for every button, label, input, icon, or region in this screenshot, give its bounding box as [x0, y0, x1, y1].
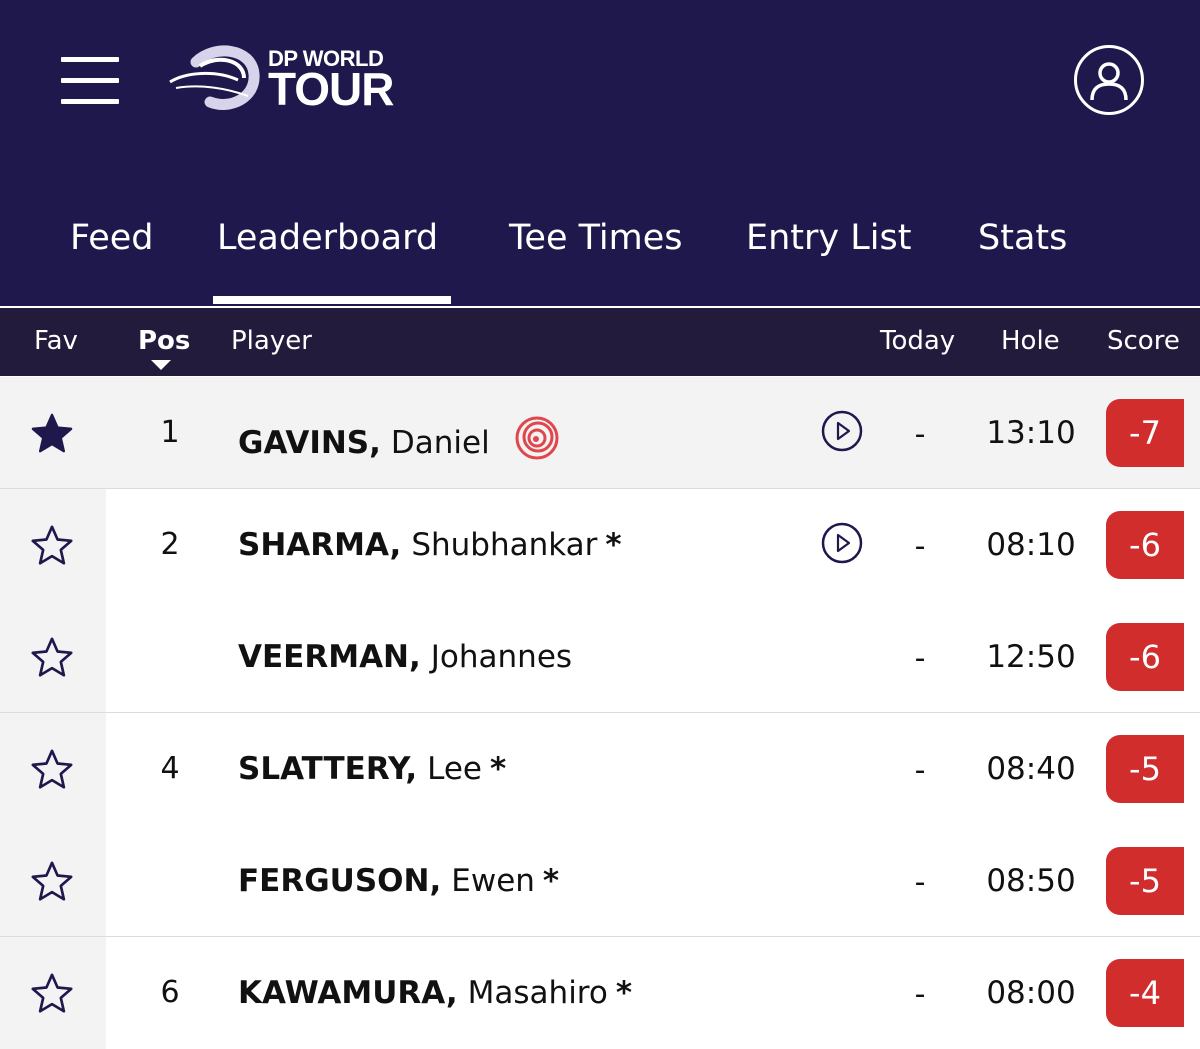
player-last-name: KAWAMURA, [238, 975, 458, 1011]
player-last-name: GAVINS, [238, 425, 381, 461]
total-score-badge: -7 [1106, 399, 1184, 467]
player-mark: * [615, 975, 633, 1011]
leaderboard-row[interactable]: 6 KAWAMURA, Masahiro * - 08:00 -4 [0, 937, 1200, 1049]
leaderboard-row[interactable]: 1 GAVINS, Daniel - 13:10 -7 [0, 377, 1200, 489]
leaderboard-row[interactable]: 2 SHARMA, Shubhankar * - 08:10 -6 [0, 489, 1200, 601]
total-score-badge: -6 [1106, 623, 1184, 691]
player-name[interactable]: FERGUSON, Ewen * [238, 863, 559, 899]
leaderboard-row[interactable]: 4 SLATTERY, Lee * - 08:40 -5 [0, 713, 1200, 825]
player-first-name: Ewen [451, 863, 535, 899]
player-first-name: Shubhankar [411, 527, 598, 563]
total-score-badge: -4 [1106, 959, 1184, 1027]
today-score: - [914, 977, 926, 1012]
tab-tee-times[interactable]: Tee Times [509, 218, 683, 258]
player-last-name: SHARMA, [238, 527, 402, 563]
hole-time: 08:00 [986, 975, 1076, 1011]
player-first-name: Johannes [430, 639, 573, 675]
tab-stats[interactable]: Stats [978, 218, 1067, 258]
column-header-today[interactable]: Today [880, 326, 955, 356]
today-score: - [914, 417, 926, 452]
play-video-icon[interactable] [821, 410, 863, 452]
today-score: - [914, 641, 926, 676]
total-score-badge: -6 [1106, 511, 1184, 579]
user-profile-icon[interactable] [1074, 45, 1144, 115]
position: 4 [160, 751, 180, 786]
sort-descending-icon [151, 360, 171, 370]
leaderboard-row[interactable]: FERGUSON, Ewen * - 08:50 -5 [0, 825, 1200, 937]
leaderboard-row[interactable]: VEERMAN, Johannes - 12:50 -6 [0, 601, 1200, 713]
position: 2 [160, 527, 180, 562]
active-tab-indicator [213, 296, 451, 304]
player-last-name: SLATTERY, [238, 751, 418, 787]
player-last-name: FERGUSON, [238, 863, 442, 899]
today-score: - [914, 529, 926, 564]
tab-leaderboard[interactable]: Leaderboard [217, 218, 438, 258]
favourite-star-outline-icon[interactable] [29, 971, 75, 1017]
total-score-badge: -5 [1106, 735, 1184, 803]
hole-time: 08:40 [986, 751, 1076, 787]
player-name[interactable]: KAWAMURA, Masahiro * [238, 975, 632, 1011]
column-header-player[interactable]: Player [231, 326, 312, 356]
player-name[interactable]: VEERMAN, Johannes [238, 639, 572, 675]
player-mark: * [490, 751, 507, 787]
player-last-name: VEERMAN, [238, 639, 421, 675]
total-score-badge: -5 [1106, 847, 1184, 915]
logo-text-large: TOUR [268, 63, 394, 115]
spiral-badge-icon [515, 416, 559, 460]
tab-bar: Feed Leaderboard Tee Times Entry List St… [0, 210, 1200, 306]
player-name[interactable]: SLATTERY, Lee * [238, 751, 506, 787]
player-name[interactable]: SHARMA, Shubhankar * [238, 527, 622, 563]
column-header-fav[interactable]: Fav [34, 326, 78, 356]
position: 6 [160, 975, 180, 1010]
leaderboard-column-header: Fav Pos Player Today Hole Score [0, 308, 1200, 376]
today-score: - [914, 753, 926, 788]
column-header-pos[interactable]: Pos [138, 326, 190, 356]
column-header-score[interactable]: Score [1107, 326, 1180, 356]
hole-time: 08:10 [986, 527, 1076, 563]
favourite-star-outline-icon[interactable] [29, 523, 75, 569]
favourite-star-filled-icon[interactable] [29, 411, 75, 457]
favourite-star-outline-icon[interactable] [29, 747, 75, 793]
favourite-star-outline-icon[interactable] [29, 635, 75, 681]
player-mark: * [605, 527, 622, 563]
hole-time: 13:10 [986, 415, 1076, 451]
player-first-name: Lee [427, 751, 482, 787]
player-mark: * [542, 863, 560, 899]
today-score: - [914, 865, 926, 900]
hole-time: 12:50 [986, 639, 1076, 675]
player-name[interactable]: GAVINS, Daniel [238, 415, 560, 461]
play-video-icon[interactable] [821, 522, 863, 564]
top-navigation-bar: DP WORLD TOUR Feed Leaderboard Tee Times… [0, 0, 1200, 306]
favourite-star-outline-icon[interactable] [29, 859, 75, 905]
swoosh-logo-icon [169, 45, 260, 110]
tab-entry-list[interactable]: Entry List [746, 218, 911, 258]
player-first-name: Daniel [390, 425, 490, 461]
hamburger-menu-icon[interactable] [61, 57, 119, 105]
dp-world-tour-logo[interactable]: DP WORLD TOUR [166, 38, 416, 118]
column-header-hole[interactable]: Hole [1001, 326, 1060, 356]
player-first-name: Masahiro [467, 975, 608, 1011]
tab-feed[interactable]: Feed [70, 218, 154, 258]
position: 1 [160, 415, 180, 450]
hole-time: 08:50 [986, 863, 1076, 899]
